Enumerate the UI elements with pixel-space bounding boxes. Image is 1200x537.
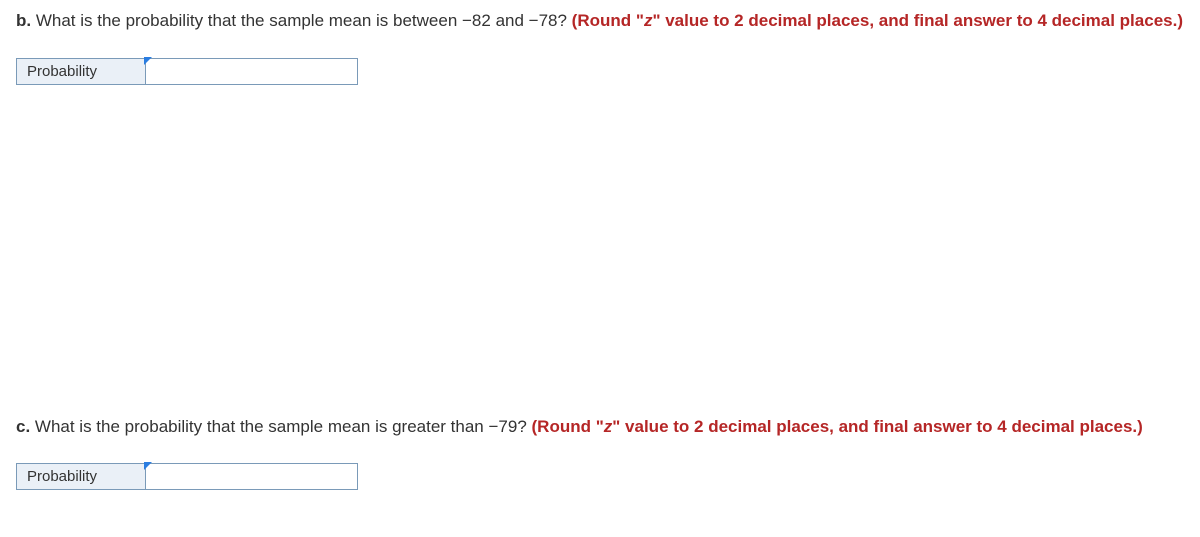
instruction-suffix: " value to 2 decimal places, and final a… [652,11,1183,30]
question-c-text: c. What is the probability that the samp… [16,414,1184,440]
answer-row-b: Probability [16,58,1184,85]
question-b-label: b. [16,11,31,30]
question-c-label: c. [16,417,30,436]
answer-input-wrap-b [146,58,358,85]
input-marker-icon-c [144,462,152,470]
question-c: c. What is the probability that the samp… [16,414,1184,491]
probability-input-b[interactable] [146,59,357,84]
answer-label-c: Probability [16,463,146,490]
answer-input-wrap-c [146,463,358,490]
answer-label-b: Probability [16,58,146,85]
instruction-prefix: (Round " [572,11,644,30]
spacer [16,109,1184,414]
question-b-text: b. What is the probability that the samp… [16,8,1184,34]
question-b-instruction: (Round "z" value to 2 decimal places, an… [572,11,1183,30]
answer-row-c: Probability [16,463,1184,490]
question-c-instruction: (Round "z" value to 2 decimal places, an… [532,417,1143,436]
question-c-body: What is the probability that the sample … [30,417,531,436]
question-b: b. What is the probability that the samp… [16,8,1184,85]
probability-input-c[interactable] [146,464,357,489]
question-b-body: What is the probability that the sample … [31,11,572,30]
input-marker-icon [144,57,152,65]
instruction-suffix-c: " value to 2 decimal places, and final a… [612,417,1143,436]
instruction-prefix-c: (Round " [532,417,604,436]
instruction-z-c: z [604,417,613,436]
